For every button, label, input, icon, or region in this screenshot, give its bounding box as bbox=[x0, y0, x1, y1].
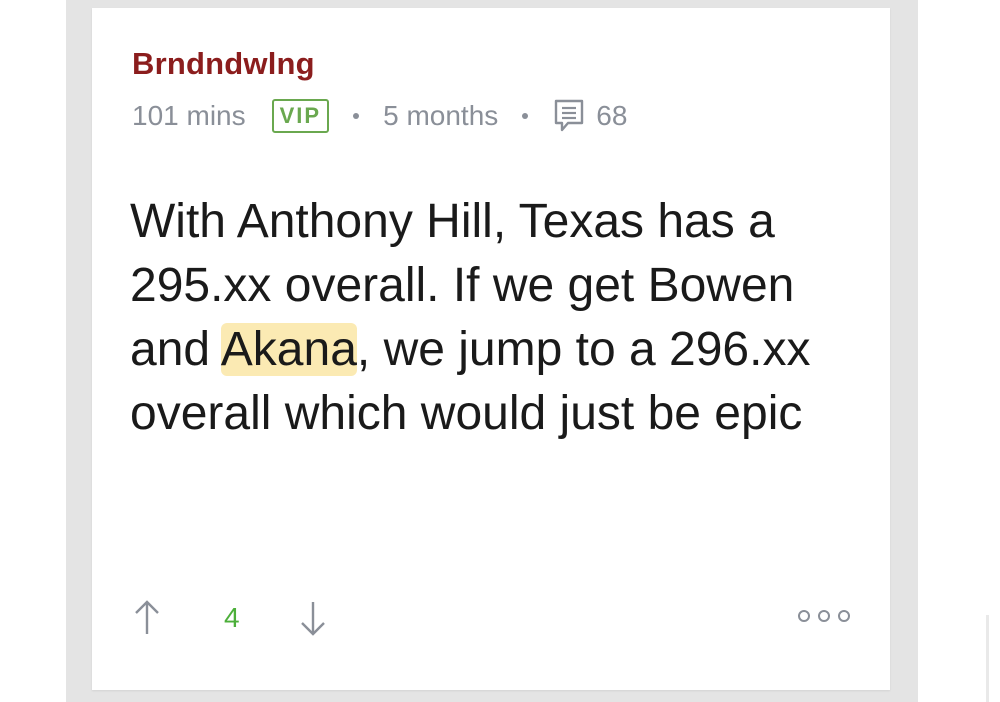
vip-badge: VIP bbox=[271, 99, 330, 133]
separator-dot bbox=[353, 113, 360, 119]
comment-icon[interactable] bbox=[552, 98, 586, 134]
highlighted-name[interactable]: Akana bbox=[220, 323, 357, 376]
more-options-icon[interactable] bbox=[798, 604, 850, 628]
arrow-up-icon[interactable] bbox=[132, 598, 162, 638]
comment-count[interactable]: 68 bbox=[596, 100, 627, 132]
separator-dot bbox=[522, 113, 529, 119]
post-card: Brndndwlng 101 mins VIP 5 months 68 With… bbox=[92, 8, 890, 690]
divider-line bbox=[986, 615, 989, 702]
username-link[interactable]: Brndndwlng bbox=[132, 46, 315, 82]
post-body: With Anthony Hill, Texas has a 295.xx ov… bbox=[130, 190, 860, 446]
more-dot bbox=[838, 610, 850, 622]
post-age: 5 months bbox=[383, 100, 499, 131]
post-meta: 101 mins VIP 5 months 68 bbox=[132, 96, 627, 136]
more-dot bbox=[798, 610, 810, 622]
vote-score: 4 bbox=[224, 602, 240, 633]
more-dot bbox=[818, 610, 830, 622]
arrow-down-icon[interactable] bbox=[298, 598, 328, 638]
vote-controls: 4 bbox=[132, 596, 328, 640]
page: Brndndwlng 101 mins VIP 5 months 68 With… bbox=[0, 0, 1000, 702]
time-online: 101 mins bbox=[132, 100, 246, 131]
